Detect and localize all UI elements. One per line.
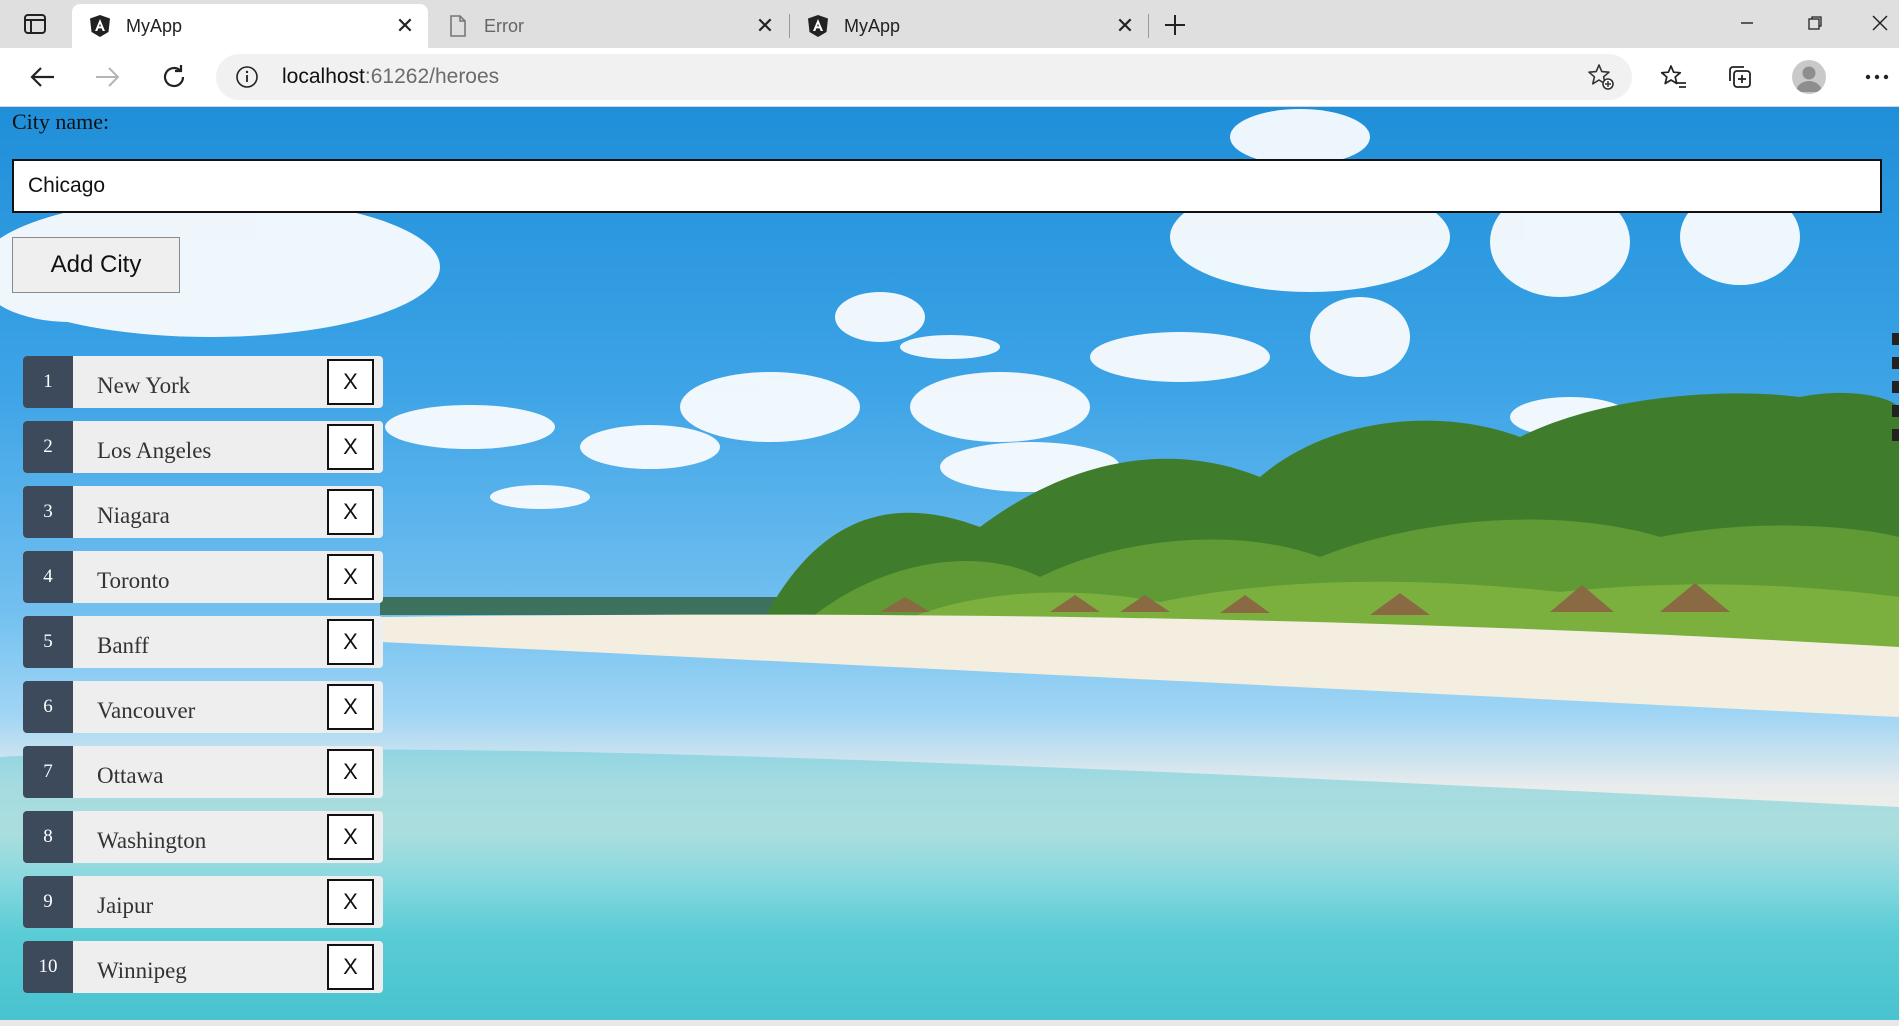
refresh-icon[interactable] <box>154 58 194 96</box>
city-name[interactable]: Ottawa <box>97 746 163 798</box>
tab-error[interactable]: Error ✕ <box>430 4 788 48</box>
city-id-badge: 2 <box>23 421 73 473</box>
url-host: localhost <box>282 65 365 88</box>
angular-icon <box>88 14 112 38</box>
browser-tab-bar: MyApp ✕ Error ✕ MyApp ✕ <box>0 0 1899 48</box>
more-menu-icon[interactable] <box>1857 58 1897 96</box>
tab-myapp-active[interactable]: MyApp ✕ <box>72 4 428 48</box>
city-id-badge: 4 <box>23 551 73 603</box>
city-name[interactable]: Winnipeg <box>97 941 187 993</box>
delete-button[interactable]: X <box>327 359 374 405</box>
tab-title: MyApp <box>844 15 901 36</box>
city-name[interactable]: New York <box>97 356 190 408</box>
city-name[interactable]: Los Angeles <box>97 421 211 473</box>
list-item[interactable]: 9 Jaipur X <box>23 876 383 928</box>
list-item[interactable]: 7 Ottawa X <box>23 746 383 798</box>
list-item[interactable]: 5 Banff X <box>23 616 383 668</box>
list-item[interactable]: 8 Washington X <box>23 811 383 863</box>
city-name[interactable]: Jaipur <box>97 876 153 928</box>
city-list: 1 New York X 2 Los Angeles X 3 Niagara X… <box>23 356 383 1006</box>
close-tab-icon[interactable]: ✕ <box>392 13 418 39</box>
horizontal-scrollbar[interactable] <box>0 1020 1899 1026</box>
collections-icon[interactable] <box>1720 58 1760 96</box>
delete-button[interactable]: X <box>327 944 374 990</box>
angular-icon <box>806 14 830 38</box>
minimize-icon[interactable] <box>1717 6 1777 40</box>
list-item[interactable]: 3 Niagara X <box>23 486 383 538</box>
city-name[interactable]: Washington <box>97 811 206 863</box>
back-icon[interactable] <box>22 58 62 96</box>
delete-button[interactable]: X <box>327 684 374 730</box>
forward-icon[interactable] <box>88 58 128 96</box>
delete-button[interactable]: X <box>327 749 374 795</box>
city-id-badge: 9 <box>23 876 73 928</box>
tab-actions-icon[interactable] <box>14 10 56 38</box>
city-id-badge: 5 <box>23 616 73 668</box>
city-name-input[interactable] <box>12 159 1882 213</box>
restore-icon[interactable] <box>1785 6 1845 40</box>
favorites-icon[interactable] <box>1654 58 1694 96</box>
city-name[interactable]: Toronto <box>97 551 170 603</box>
url-path: :61262/heroes <box>364 65 500 88</box>
close-tab-icon[interactable]: ✕ <box>1112 13 1138 39</box>
city-name[interactable]: Vancouver <box>97 681 195 733</box>
city-name-label: City name: <box>12 109 110 134</box>
delete-button[interactable]: X <box>327 424 374 470</box>
city-id-badge: 8 <box>23 811 73 863</box>
site-info-icon[interactable] <box>234 64 260 90</box>
add-city-button[interactable]: Add City <box>12 237 180 293</box>
side-panel-handle-icon[interactable] <box>1889 323 1899 463</box>
list-item[interactable]: 6 Vancouver X <box>23 681 383 733</box>
delete-button[interactable]: X <box>327 489 374 535</box>
city-name[interactable]: Niagara <box>97 486 170 538</box>
page-icon <box>446 14 470 38</box>
tab-title: Error <box>484 15 524 36</box>
add-favorite-icon[interactable] <box>1586 62 1616 92</box>
delete-button[interactable]: X <box>327 554 374 600</box>
tab-separator <box>1148 14 1149 38</box>
tab-myapp[interactable]: MyApp ✕ <box>790 4 1148 48</box>
list-item[interactable]: 1 New York X <box>23 356 383 408</box>
list-item[interactable]: 2 Los Angeles X <box>23 421 383 473</box>
page-viewport: City name: Add City 1 New York X 2 Los A… <box>0 107 1899 1026</box>
list-item[interactable]: 4 Toronto X <box>23 551 383 603</box>
address-bar[interactable]: localhost:61262/heroes <box>216 54 1632 100</box>
browser-toolbar: localhost:61262/heroes <box>0 48 1899 107</box>
delete-button[interactable]: X <box>327 619 374 665</box>
city-id-badge: 7 <box>23 746 73 798</box>
new-tab-icon[interactable] <box>1158 8 1192 42</box>
city-id-badge: 10 <box>23 941 73 993</box>
delete-button[interactable]: X <box>327 879 374 925</box>
city-name[interactable]: Banff <box>97 616 149 668</box>
tab-title: MyApp <box>126 15 183 36</box>
close-window-icon[interactable] <box>1850 6 1899 40</box>
city-id-badge: 6 <box>23 681 73 733</box>
profile-avatar-icon[interactable] <box>1792 60 1826 94</box>
city-id-badge: 3 <box>23 486 73 538</box>
list-item[interactable]: 10 Winnipeg X <box>23 941 383 993</box>
city-id-badge: 1 <box>23 356 73 408</box>
close-tab-icon[interactable]: ✕ <box>752 13 778 39</box>
delete-button[interactable]: X <box>327 814 374 860</box>
